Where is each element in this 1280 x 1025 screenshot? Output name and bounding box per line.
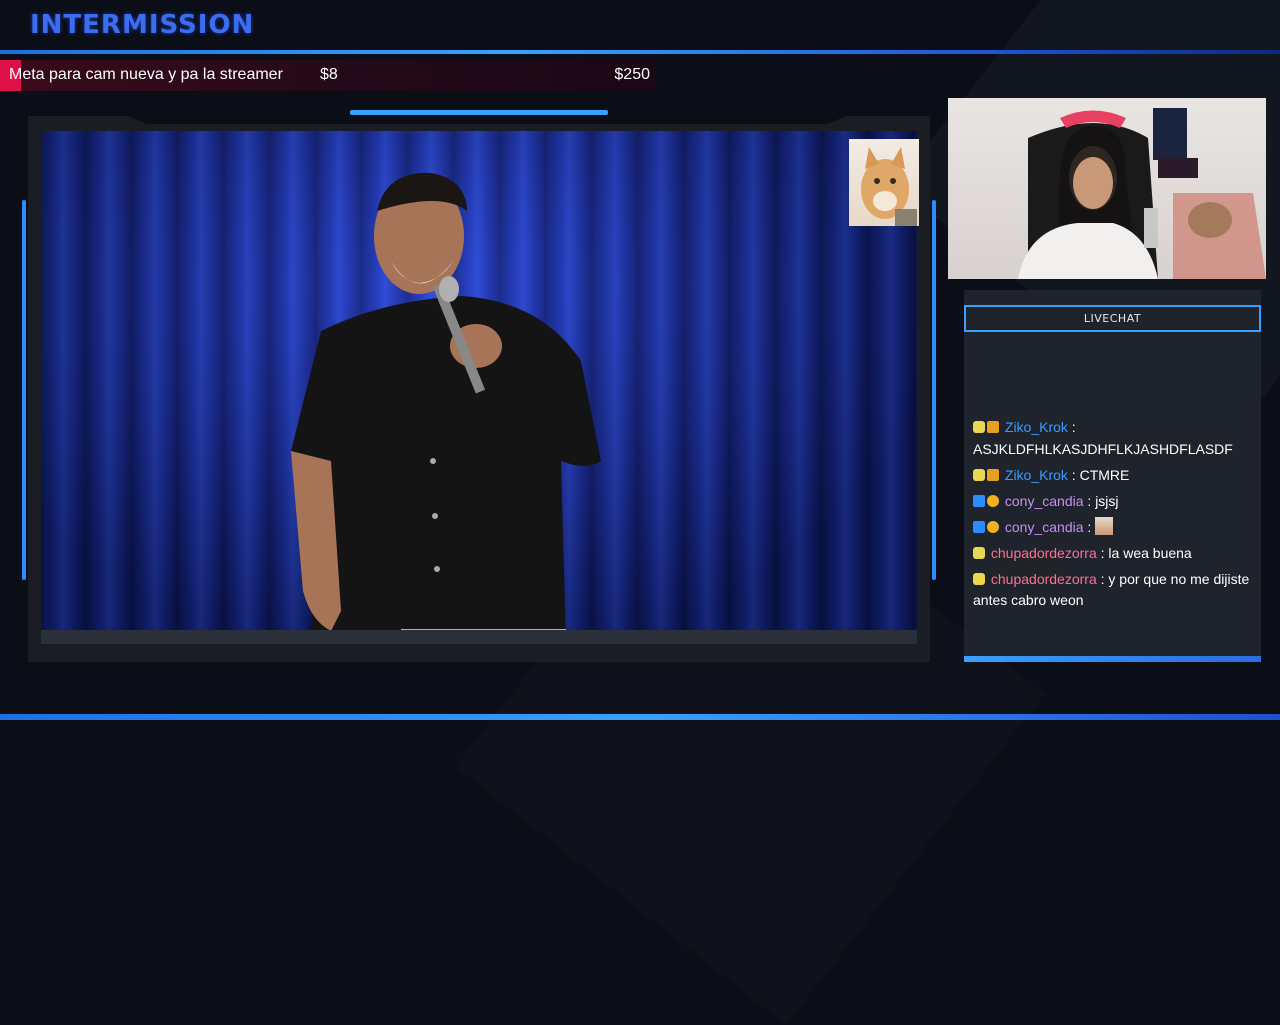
crown-badge-icon [987,421,999,433]
crown-badge-icon [987,468,999,481]
cat-image [861,147,917,226]
top-divider [0,50,1280,54]
stage-video [41,131,917,644]
chat-message: cony_candia : jsjsj [973,491,1263,513]
frame-top-accent [350,110,608,115]
chat-message: chupadordezorra : la wea buena [973,543,1263,565]
goal-current-amount: $8 [320,66,338,83]
frame-side-accent [22,200,26,580]
stage-floor [41,630,917,644]
cat-badge-icon [973,421,985,433]
overlay-title: INTERMISSION [30,10,255,40]
chat-text: ASJKLDFHLKASJDHFLKJASHDFLASDF [973,440,1233,457]
face-emote-icon [1095,516,1114,535]
goal-label: Meta para cam nueva y pa la streamer [9,66,283,83]
one-badge-icon [987,520,999,533]
chat-message: Ziko_Krok : ASJKLDFHLKASJDHFLKJASHDFLASD… [973,419,1233,457]
prime-badge-icon [973,520,985,533]
chat-bottom-accent [964,656,1261,662]
frame-side-accent [932,200,936,580]
goal-target-amount: $250 [614,66,650,83]
cat-thumbnail [849,139,919,226]
streamer-webcam [948,98,1266,279]
cat-badge-icon [973,572,985,585]
chat-message: chupadordezorra : y por que no me dijist… [973,570,1250,608]
chat-header: LIVECHAT [964,305,1261,332]
chat-text: CTMRE [1079,466,1130,483]
chat-message: Ziko_Krok : CTMRE [973,465,1263,487]
cat-badge-icon [973,546,985,559]
goal-bar: Meta para cam nueva y pa la streamer $8 … [0,60,656,91]
bottom-divider [0,714,1280,720]
chat-text: la wea buena [1108,544,1192,561]
prime-badge-icon [973,494,985,507]
chat-username[interactable]: Ziko_Krok [1005,419,1068,435]
chat-username[interactable]: cony_candia [1005,493,1084,509]
chat-message: cony_candia : [973,516,1263,539]
chat-username[interactable]: cony_candia [1005,519,1084,535]
chat-username[interactable]: Ziko_Krok [1005,467,1068,483]
chat-messages: Ziko_Krok : ASJKLDFHLKASJDHFLKJASHDFLASD… [973,417,1263,616]
chat-username[interactable]: chupadordezorra [991,571,1097,587]
chat-username[interactable]: chupadordezorra [991,545,1097,561]
one-badge-icon [987,494,999,507]
comedian-figure [291,172,601,644]
cat-badge-icon [973,468,985,481]
chat-text: jsjsj [1095,492,1119,509]
webcam-scene [1018,108,1266,279]
